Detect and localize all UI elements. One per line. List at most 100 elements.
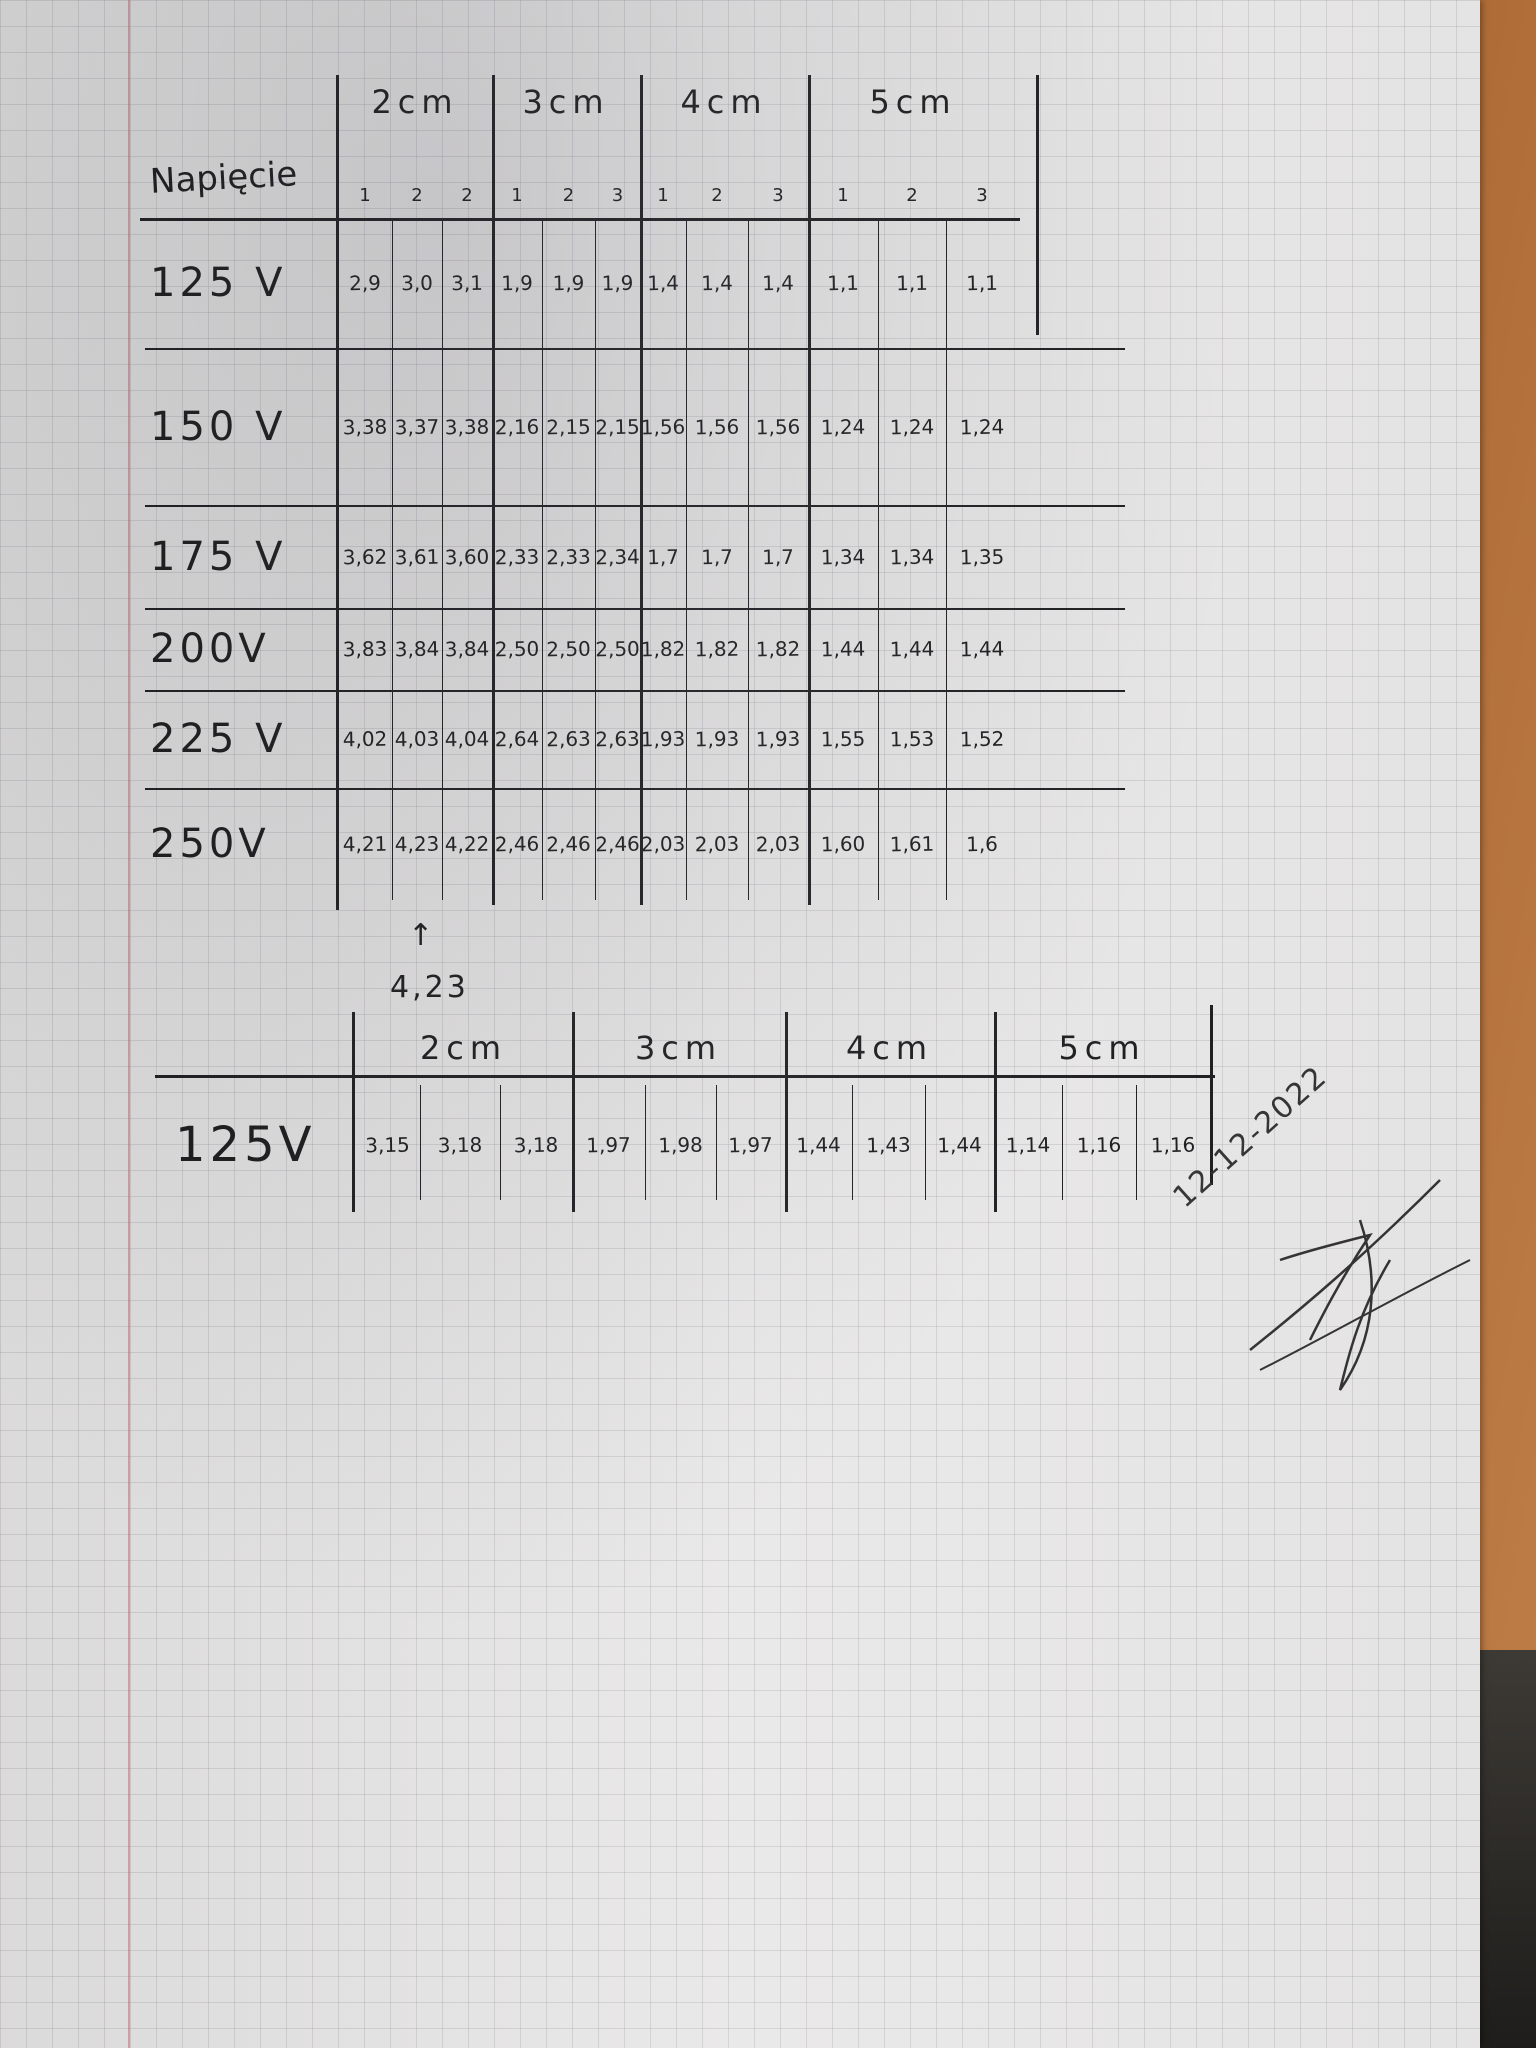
table-cell: 1,24 bbox=[889, 414, 935, 439]
trial-number: 3 bbox=[976, 184, 988, 206]
table-cell: 1,7 bbox=[700, 544, 734, 569]
table-cell: 2,15 bbox=[546, 414, 591, 439]
table-cell: 3,18 bbox=[437, 1132, 483, 1158]
table-cell: 3,18 bbox=[513, 1132, 559, 1158]
table-cell: 4,22 bbox=[444, 831, 490, 857]
table-cell: 4,23 bbox=[394, 831, 440, 857]
table-cell: 3,62 bbox=[342, 544, 388, 569]
table-cell: 3,84 bbox=[444, 636, 490, 662]
table-cell: 3,84 bbox=[394, 636, 440, 662]
table-header-rule bbox=[140, 218, 1020, 221]
table-cell: 1,9 bbox=[552, 270, 585, 296]
table-cell: 1,97 bbox=[586, 1132, 631, 1158]
table-cell: 2,63 bbox=[546, 726, 591, 752]
trial-number: 2 bbox=[906, 184, 918, 206]
row-rule bbox=[145, 788, 1125, 790]
table-cell: 1,82 bbox=[755, 636, 801, 662]
trial-number: 2 bbox=[411, 184, 423, 206]
table-cell: 1,4 bbox=[646, 270, 680, 296]
table-cell: 2,46 bbox=[595, 831, 640, 857]
table-cell: 3,83 bbox=[342, 636, 388, 662]
table-cell: 1,6 bbox=[965, 831, 999, 857]
column-group-header: 2cm bbox=[371, 83, 459, 121]
table-cell: 1,34 bbox=[889, 544, 935, 569]
column-rule bbox=[716, 1085, 717, 1200]
table-cell: 1,93 bbox=[640, 726, 686, 752]
trial-number: 1 bbox=[657, 184, 669, 206]
table-cell: 4,02 bbox=[342, 726, 388, 752]
table-cell: 1,60 bbox=[820, 831, 866, 857]
column-rule bbox=[645, 1085, 646, 1200]
column-rule bbox=[442, 220, 443, 900]
table-cell: 2,33 bbox=[546, 544, 591, 569]
table-cell: 1,97 bbox=[728, 1132, 773, 1158]
row-rule bbox=[145, 608, 1125, 610]
table-cell: 1,7 bbox=[646, 544, 680, 569]
table-cell: 1,52 bbox=[959, 726, 1005, 752]
trial-number: 3 bbox=[611, 184, 624, 206]
trial-number: 2 bbox=[461, 184, 473, 206]
column-group-header: 5cm bbox=[869, 83, 957, 121]
column-group-header: 4cm bbox=[845, 1029, 934, 1067]
table-cell: 2,50 bbox=[546, 636, 591, 662]
table-cell: 1,56 bbox=[755, 414, 801, 439]
table-cell: 3,61 bbox=[394, 544, 440, 569]
table-cell: 3,60 bbox=[444, 544, 490, 569]
column-group-header: 3cm bbox=[522, 83, 610, 121]
column-group-header: 5cm bbox=[1058, 1029, 1146, 1067]
table-cell: 1,44 bbox=[937, 1132, 982, 1158]
table-cell: 3,37 bbox=[394, 414, 440, 439]
table-cell: 1,44 bbox=[889, 636, 935, 662]
table-cell: 1,1 bbox=[826, 270, 860, 296]
trial-number: 1 bbox=[511, 184, 523, 206]
row-rule bbox=[145, 505, 1125, 507]
arrow-up-icon: ↑ bbox=[408, 918, 437, 953]
voltage-label: 175 V bbox=[150, 533, 287, 580]
table-cell: 1,9 bbox=[601, 270, 634, 296]
table-cell: 1,44 bbox=[820, 636, 866, 662]
table-cell: 1,35 bbox=[959, 544, 1005, 569]
voltage-label: 150 V bbox=[150, 403, 287, 450]
table-cell: 1,1 bbox=[895, 270, 929, 296]
column-rule bbox=[1062, 1085, 1063, 1200]
table-cell: 1,16 bbox=[1076, 1132, 1122, 1158]
table-cell: 1,56 bbox=[640, 414, 686, 439]
table-cell: 2,16 bbox=[494, 414, 540, 439]
group-rule bbox=[808, 75, 811, 905]
trial-number: 2 bbox=[562, 184, 575, 206]
column-rule bbox=[852, 1085, 853, 1200]
table-cell: 1,53 bbox=[889, 726, 935, 752]
table-header-rule bbox=[155, 1075, 1215, 1078]
table-cell: 1,24 bbox=[820, 414, 866, 439]
table-cell: 3,0 bbox=[400, 270, 434, 296]
column-group-header: 3cm bbox=[634, 1029, 723, 1067]
table-cell: 2,03 bbox=[640, 831, 686, 857]
group-rule bbox=[640, 75, 643, 905]
column-rule bbox=[1136, 1085, 1137, 1200]
voltage-label: 125 V bbox=[150, 260, 287, 306]
group-rule bbox=[572, 1012, 575, 1212]
column-rule bbox=[336, 75, 339, 910]
table-cell: 1,1 bbox=[965, 270, 999, 296]
group-rule bbox=[1036, 75, 1039, 335]
notebook-page: Napięcie 2cm 3cm 4cm 5cm 1 2 2 1 2 3 1 2 3 1 2 3 125 V 2,… bbox=[0, 0, 1480, 2048]
table-cell: 1,43 bbox=[866, 1132, 911, 1158]
column-rule bbox=[686, 220, 687, 900]
voltage-label: 250V bbox=[150, 821, 270, 867]
column-rule bbox=[500, 1085, 501, 1200]
table-cell: 1,34 bbox=[820, 544, 866, 569]
column-rule bbox=[925, 1085, 926, 1200]
table-cell: 2,46 bbox=[546, 831, 591, 857]
trial-number: 1 bbox=[359, 184, 371, 206]
voltage-label: 225 V bbox=[150, 716, 287, 762]
table-cell: 2,33 bbox=[494, 544, 540, 569]
table-cell: 1,44 bbox=[959, 636, 1005, 662]
column-rule bbox=[420, 1085, 421, 1200]
column-rule bbox=[748, 220, 749, 900]
column-rule bbox=[595, 220, 596, 900]
table-cell: 1,44 bbox=[796, 1132, 841, 1158]
column-rule bbox=[946, 220, 947, 900]
row-rule bbox=[145, 348, 1125, 350]
column-rule bbox=[392, 220, 393, 900]
column-group-header: 2cm bbox=[419, 1029, 508, 1067]
